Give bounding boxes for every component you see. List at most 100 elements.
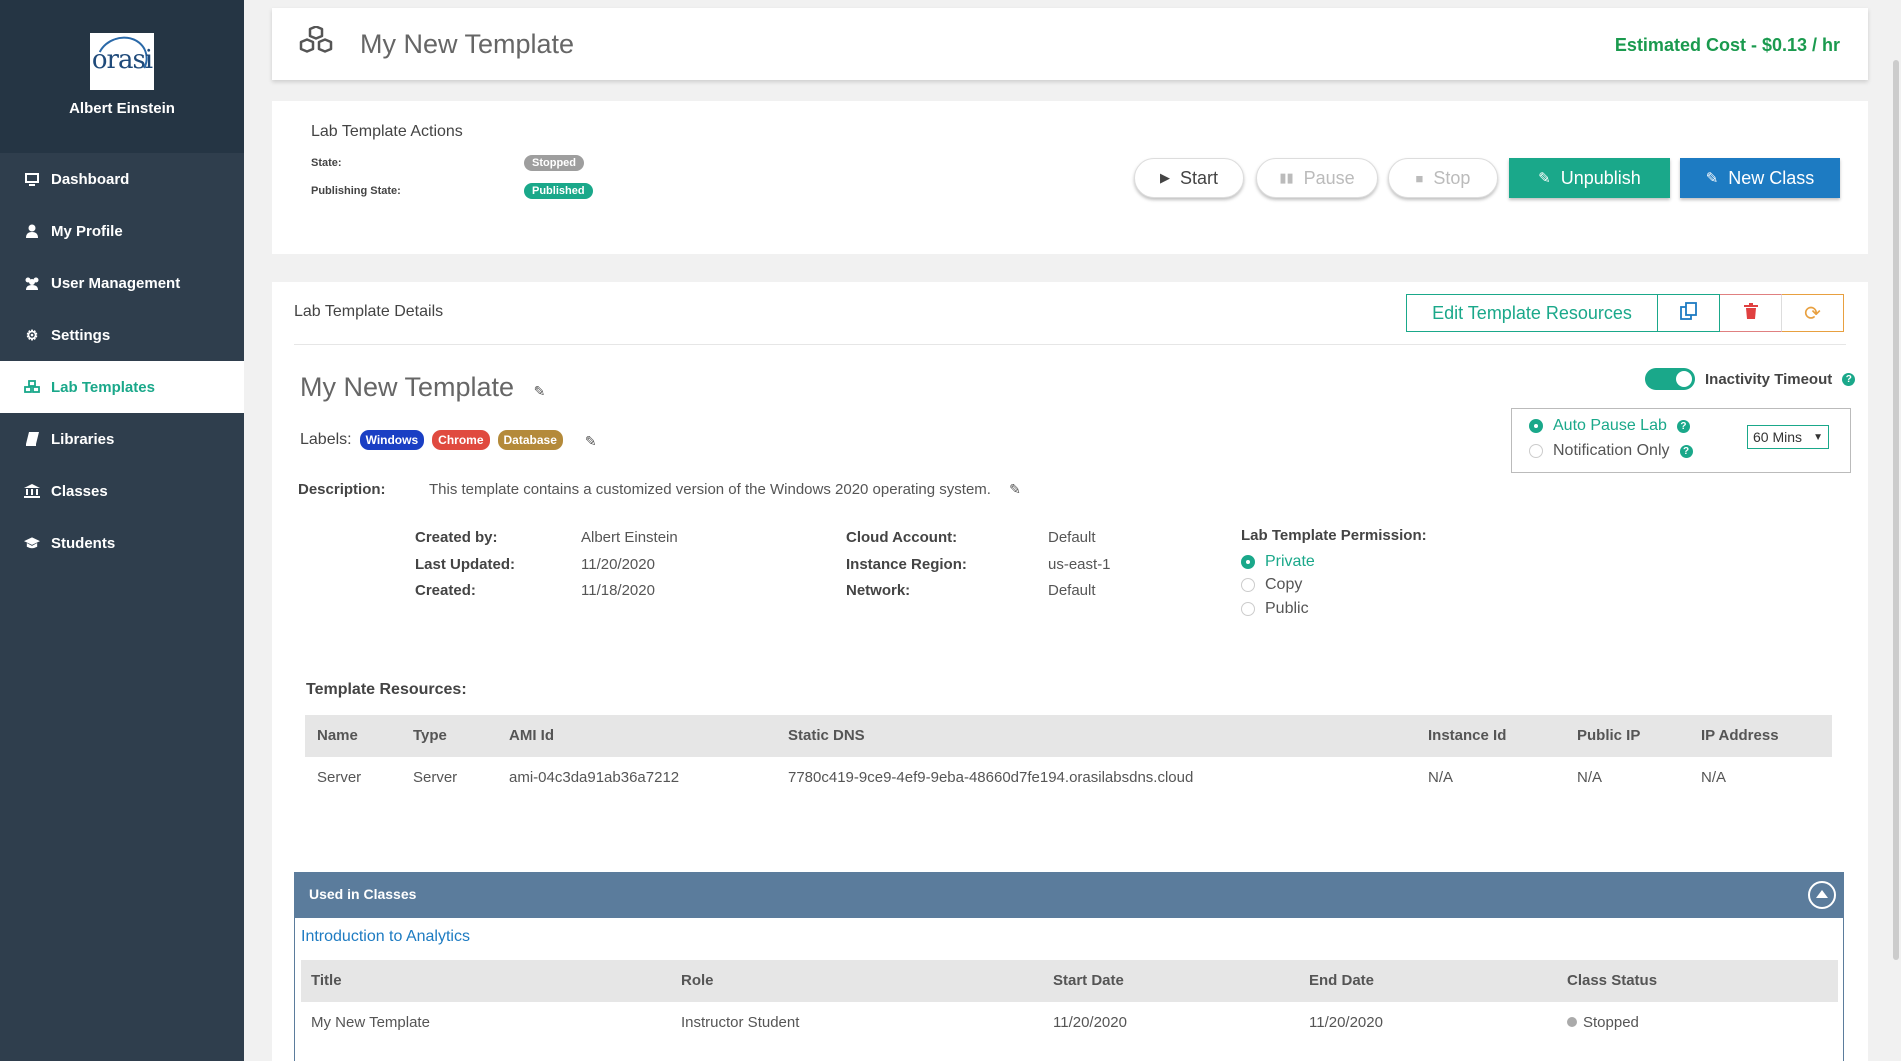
details-button-group: Edit Template Resources ⟳ (1406, 294, 1844, 332)
instance-region-value: us-east-1 (1048, 556, 1111, 573)
description-label: Description: (298, 481, 386, 498)
inactivity-options-box: Auto Pause Lab ? Notification Only ? 60 … (1511, 408, 1851, 473)
publishing-state-label: Publishing State: (311, 185, 401, 197)
last-updated-label: Last Updated: (415, 556, 516, 573)
unpublish-button[interactable]: ✎ Unpublish (1509, 158, 1670, 198)
label-badge: Windows (359, 430, 425, 450)
column-header: Static DNS (788, 727, 865, 744)
column-header: End Date (1309, 972, 1375, 989)
new-class-button[interactable]: ✎ New Class (1680, 158, 1840, 198)
panel-header: Used in Classes (295, 873, 1843, 918)
inactivity-timeout-label: Inactivity Timeout (1705, 370, 1833, 388)
template-resources-table: Name Type AMI Id Static DNS Instance Id … (305, 715, 1832, 801)
created-by-value: Albert Einstein (581, 529, 678, 546)
table-row: My New Template Instructor Student 11/20… (301, 1002, 1838, 1046)
table-cell: 7780c419-9ce9-4ef9-9eba-48660d7fe194.ora… (788, 769, 1194, 786)
start-button[interactable]: ▶ Start (1134, 158, 1244, 198)
orasi-logo: orasi (90, 33, 154, 90)
state-label: State: (311, 157, 342, 169)
table-cell: My New Template (311, 1014, 430, 1031)
inactivity-timeout-row: Inactivity Timeout ? (1645, 368, 1856, 390)
cubes-icon (298, 25, 334, 62)
refresh-icon: ⟳ (1804, 302, 1821, 325)
permission-public-radio[interactable]: Public (1241, 600, 1309, 618)
collapse-up-icon[interactable] (1808, 881, 1836, 909)
column-header: Public IP (1577, 727, 1641, 744)
table-cell: Server (413, 769, 458, 786)
network-value: Default (1048, 582, 1096, 599)
column-header: Start Date (1053, 972, 1124, 989)
inactivity-timeout-toggle[interactable] (1645, 368, 1695, 390)
edit-template-resources-button[interactable]: Edit Template Resources (1406, 294, 1658, 332)
chevron-down-icon: ▼ (1813, 431, 1823, 443)
sidebar: orasi Albert Einstein Dashboard My Profi… (0, 0, 244, 1061)
table-row: Server Server ami-04c3da91ab36a7212 7780… (305, 757, 1832, 801)
sidebar-item-dashboard[interactable]: Dashboard (0, 153, 244, 205)
edit-name-pencil-icon[interactable]: ✎ (534, 383, 548, 399)
sidebar-nav: Dashboard My Profile User Management ⚙ S… (0, 153, 244, 569)
sidebar-item-my-profile[interactable]: My Profile (0, 205, 244, 257)
edit-description-pencil-icon[interactable]: ✎ (1009, 481, 1023, 497)
edit-labels-pencil-icon[interactable]: ✎ (585, 433, 599, 449)
user-icon (24, 223, 40, 239)
stop-button[interactable]: ■ Stop (1388, 158, 1498, 198)
label-badge: Chrome (432, 430, 490, 450)
column-header: Title (311, 972, 342, 989)
sidebar-item-students[interactable]: Students (0, 517, 244, 569)
lab-template-details-card: Lab Template Details Edit Template Resou… (272, 282, 1868, 1061)
last-updated-value: 11/20/2020 (581, 556, 655, 573)
bank-icon (24, 483, 40, 499)
class-link[interactable]: Introduction to Analytics (301, 928, 470, 946)
notification-only-radio[interactable]: Notification Only ? (1529, 442, 1693, 460)
help-icon[interactable]: ? (1842, 372, 1856, 386)
radio-selected-icon (1529, 419, 1543, 433)
table-cell: Instructor Student (681, 1014, 800, 1031)
table-cell: ami-04c3da91ab36a7212 (509, 769, 680, 786)
column-header: Role (681, 972, 714, 989)
sidebar-item-lab-templates[interactable]: Lab Templates (0, 361, 244, 413)
estimated-cost: Estimated Cost - $0.13 / hr (1614, 35, 1840, 55)
play-icon: ▶ (1159, 170, 1170, 185)
panel-title: Used in Classes (309, 886, 417, 902)
divider (294, 344, 1846, 345)
sidebar-item-settings[interactable]: ⚙ Settings (0, 309, 244, 361)
scrollbar-thumb[interactable] (1893, 60, 1899, 960)
graduation-cap-icon (24, 535, 40, 551)
sidebar-item-classes[interactable]: Classes (0, 465, 244, 517)
template-resources-title: Template Resources: (306, 681, 467, 698)
copy-button[interactable] (1658, 294, 1720, 332)
class-status: Stopped (1567, 1014, 1639, 1031)
table-cell: Server (317, 769, 362, 786)
help-icon[interactable]: ? (1679, 444, 1693, 458)
permission-private-radio[interactable]: Private (1241, 553, 1315, 571)
template-name: My New Template (300, 372, 515, 402)
status-dot-icon (1567, 1017, 1577, 1027)
column-header: Name (317, 727, 358, 744)
book-icon (24, 431, 40, 447)
delete-button[interactable] (1720, 294, 1782, 332)
template-name-row: My New Template ✎ (300, 372, 548, 403)
gear-icon: ⚙ (25, 326, 39, 343)
column-header: AMI Id (509, 727, 554, 744)
edit-icon: ✎ (1538, 170, 1551, 187)
radio-icon (1241, 578, 1255, 592)
auto-pause-radio[interactable]: Auto Pause Lab ? (1529, 417, 1690, 435)
users-icon (24, 275, 40, 291)
labels-label: Labels: (300, 431, 352, 448)
timeout-duration-select[interactable]: 60 Mins ▼ (1747, 425, 1829, 449)
publishing-state-badge: Published (524, 183, 593, 199)
scrollbar[interactable] (1887, 0, 1901, 1061)
column-header: Instance Id (1428, 727, 1507, 744)
sidebar-header: orasi Albert Einstein (0, 0, 244, 153)
radio-selected-icon (1241, 555, 1255, 569)
refresh-button[interactable]: ⟳ (1782, 294, 1844, 332)
created-label: Created: (415, 582, 476, 599)
description-text: This template contains a customized vers… (429, 481, 1023, 498)
sidebar-item-user-management[interactable]: User Management (0, 257, 244, 309)
classes-table: Title Role Start Date End Date Class Sta… (301, 960, 1838, 1046)
permission-copy-radio[interactable]: Copy (1241, 576, 1302, 594)
pause-icon: ▮▮ (1279, 170, 1294, 185)
help-icon[interactable]: ? (1676, 419, 1690, 433)
pause-button[interactable]: ▮▮ Pause (1256, 158, 1378, 198)
sidebar-item-libraries[interactable]: Libraries (0, 413, 244, 465)
